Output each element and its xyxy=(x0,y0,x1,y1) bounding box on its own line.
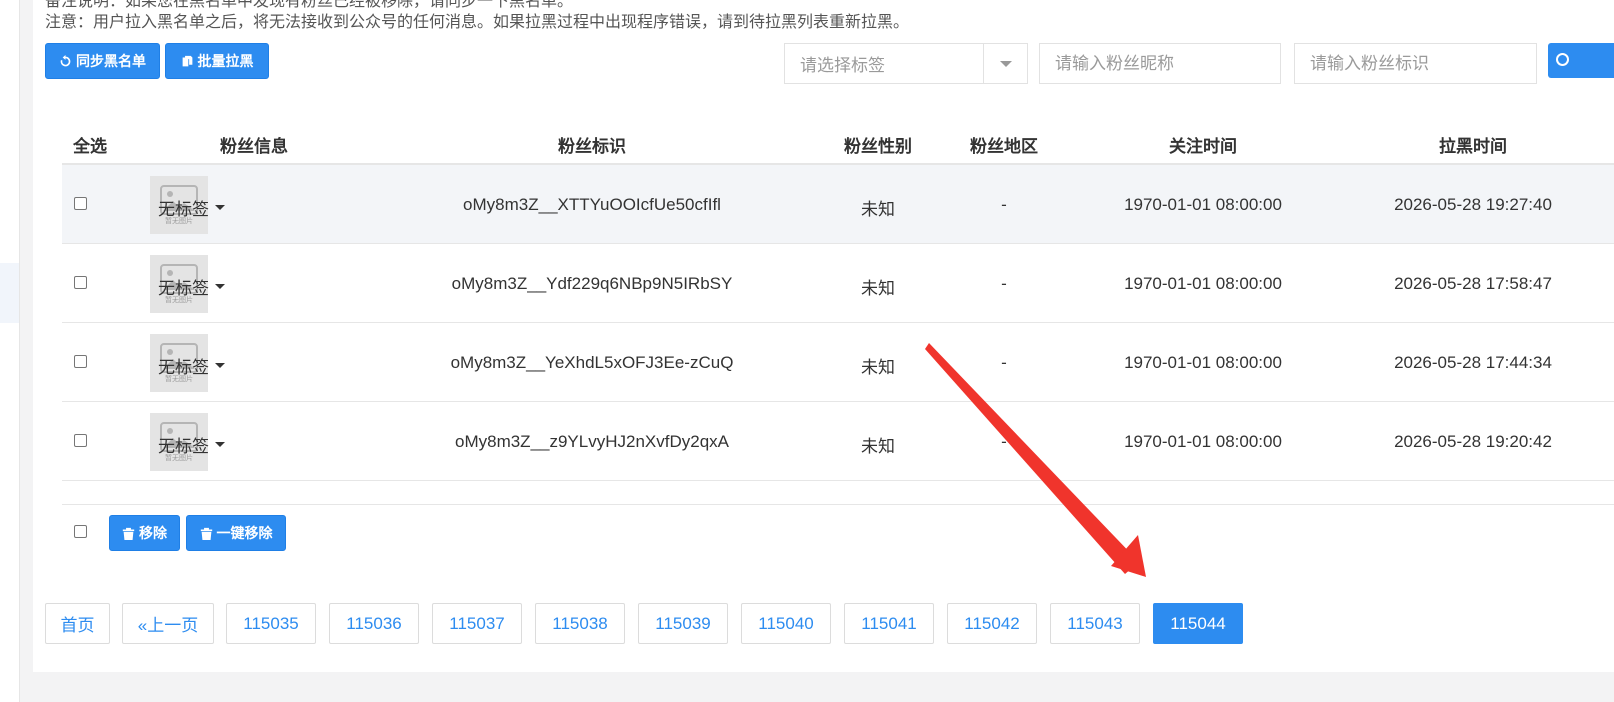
header-region: 粉丝地区 xyxy=(970,137,1038,156)
fan-openid: oMy8m3Z__Ydf229q6NBp9N5IRbSY xyxy=(451,274,733,293)
openid-input[interactable] xyxy=(1294,43,1537,84)
fan-openid: oMy8m3Z__XTTYuOOIcfUe50cfIfl xyxy=(463,195,721,214)
table-footer-divider xyxy=(62,504,1614,505)
fan-openid: oMy8m3Z__YeXhdL5xOFJ3Ee-zCuQ xyxy=(450,353,734,372)
pagination-current-page[interactable]: 115044 xyxy=(1153,603,1243,644)
follow-time: 1970-01-01 08:00:00 xyxy=(1124,274,1282,293)
pagination-first[interactable]: 首页 xyxy=(45,603,110,644)
block-time: 2026-05-28 19:27:40 xyxy=(1394,195,1552,214)
follow-time: 1970-01-01 08:00:00 xyxy=(1124,353,1282,372)
pagination-page[interactable]: 115037 xyxy=(432,603,522,644)
trash-icon xyxy=(122,527,135,540)
pagination-page[interactable]: 115036 xyxy=(329,603,419,644)
header-fan-info: 粉丝信息 xyxy=(220,137,288,156)
row-checkbox[interactable] xyxy=(74,434,87,447)
caret-down-icon xyxy=(215,284,225,289)
row-checkbox[interactable] xyxy=(74,355,87,368)
copy-icon xyxy=(182,55,192,66)
note-line-2: 注意：用户拉入黑名单之后，将无法接收到公众号的任何消息。如果拉黑过程中出现程序错… xyxy=(45,14,910,31)
footer-select-all-checkbox[interactable] xyxy=(74,525,87,538)
tag-label: 无标签 xyxy=(158,279,209,298)
tag-select-placeholder: 请选择标签 xyxy=(800,56,885,75)
header-gender: 粉丝性别 xyxy=(844,137,912,156)
remove-label: 移除 xyxy=(139,525,167,541)
table-row xyxy=(62,165,1614,244)
fan-gender: 未知 xyxy=(861,200,895,219)
pagination-page[interactable]: 115035 xyxy=(226,603,316,644)
table-row xyxy=(62,402,1614,481)
header-block-time: 拉黑时间 xyxy=(1439,137,1507,156)
follow-time: 1970-01-01 08:00:00 xyxy=(1124,432,1282,451)
pagination-page[interactable]: 115038 xyxy=(535,603,625,644)
tag-select[interactable]: 请选择标签 xyxy=(784,43,1028,84)
sync-blacklist-button[interactable]: 同步黑名单 xyxy=(45,43,160,79)
tag-dropdown[interactable]: 无标签 xyxy=(158,274,225,299)
fan-gender: 未知 xyxy=(861,437,895,456)
left-sidebar xyxy=(0,0,20,702)
fan-gender: 未知 xyxy=(861,279,895,298)
tag-label: 无标签 xyxy=(158,358,209,377)
fan-openid: oMy8m3Z__z9YLvyHJ2nXvfDy2qxA xyxy=(454,432,730,451)
tag-dropdown[interactable]: 无标签 xyxy=(158,432,225,457)
sidebar-active-item[interactable] xyxy=(0,263,19,323)
fan-region: - xyxy=(1001,195,1007,214)
batch-block-label: 批量拉黑 xyxy=(197,53,254,69)
pagination-page[interactable]: 115041 xyxy=(844,603,934,644)
chevron-down-icon[interactable] xyxy=(983,44,1027,83)
pagination-page[interactable]: 115043 xyxy=(1050,603,1140,644)
sync-icon xyxy=(60,54,71,66)
caret-down-icon xyxy=(215,363,225,368)
remove-all-label: 一键移除 xyxy=(216,525,273,541)
tag-label: 无标签 xyxy=(158,437,209,456)
tag-dropdown[interactable]: 无标签 xyxy=(158,353,225,378)
remove-button[interactable]: 移除 xyxy=(109,515,180,551)
fan-gender: 未知 xyxy=(861,358,895,377)
pagination-page[interactable]: 115039 xyxy=(638,603,728,644)
nickname-input[interactable] xyxy=(1039,43,1281,84)
pagination-page[interactable]: 115042 xyxy=(947,603,1037,644)
fan-region: - xyxy=(1001,353,1007,372)
caret-down-icon xyxy=(215,442,225,447)
block-time: 2026-05-28 17:44:34 xyxy=(1394,353,1552,372)
header-select-all: 全选 xyxy=(73,137,107,156)
follow-time: 1970-01-01 08:00:00 xyxy=(1124,195,1282,214)
table-row xyxy=(62,244,1614,323)
batch-block-button[interactable]: 批量拉黑 xyxy=(165,43,269,79)
caret-down-icon xyxy=(215,205,225,210)
pagination-prev[interactable]: «上一页 xyxy=(122,603,214,644)
tag-label: 无标签 xyxy=(158,200,209,219)
header-fan-id: 粉丝标识 xyxy=(558,137,626,156)
header-follow-time: 关注时间 xyxy=(1169,137,1237,156)
pagination-page[interactable]: 115040 xyxy=(741,603,831,644)
row-checkbox[interactable] xyxy=(74,197,87,210)
tag-dropdown[interactable]: 无标签 xyxy=(158,195,225,220)
trash-icon xyxy=(200,527,212,540)
block-time: 2026-05-28 17:58:47 xyxy=(1394,274,1552,293)
table-row xyxy=(62,323,1614,402)
row-checkbox[interactable] xyxy=(74,276,87,289)
block-time: 2026-05-28 19:20:42 xyxy=(1394,432,1552,451)
fan-region: - xyxy=(1001,274,1007,293)
sync-blacklist-label: 同步黑名单 xyxy=(76,53,146,69)
fan-region: - xyxy=(1001,432,1007,451)
remove-all-button[interactable]: 一键移除 xyxy=(186,515,286,551)
search-icon xyxy=(1556,53,1569,66)
search-button[interactable] xyxy=(1548,43,1614,78)
